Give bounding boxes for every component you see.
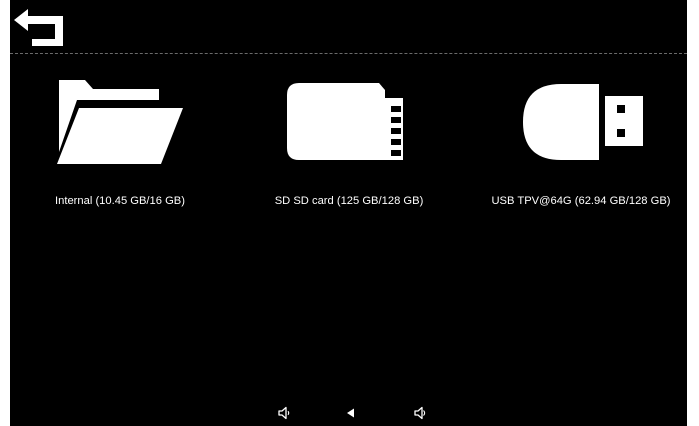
storage-item-sd-card[interactable]: SD SD card (125 GB/128 GB) [236,78,462,218]
storage-browser-screen: Internal (10.45 GB/16 GB) SD SD card (12… [10,0,687,426]
volume-down-button[interactable] [277,406,291,420]
storage-item-internal[interactable]: Internal (10.45 GB/16 GB) [10,78,233,218]
volume-up-icon [414,406,426,420]
usb-drive-icon [523,84,643,160]
volume-down-icon [278,406,290,420]
back-triangle-icon [347,408,354,418]
system-nav-bar [10,400,687,426]
storage-label-usb: USB TPV@64G (62.94 GB/128 GB) [491,195,671,207]
storage-item-usb[interactable]: USB TPV@64G (62.94 GB/128 GB) [468,78,687,218]
header-divider [10,53,687,54]
return-arrow-icon [14,9,63,46]
storage-label-sd-card: SD SD card (125 GB/128 GB) [274,195,424,207]
volume-up-button[interactable] [413,406,427,420]
nav-back-button[interactable] [344,406,358,420]
top-bar [10,0,687,53]
folder-open-icon [57,80,183,164]
sd-card-icon [287,83,403,160]
back-button[interactable] [12,8,66,48]
storage-label-internal: Internal (10.45 GB/16 GB) [55,195,185,207]
